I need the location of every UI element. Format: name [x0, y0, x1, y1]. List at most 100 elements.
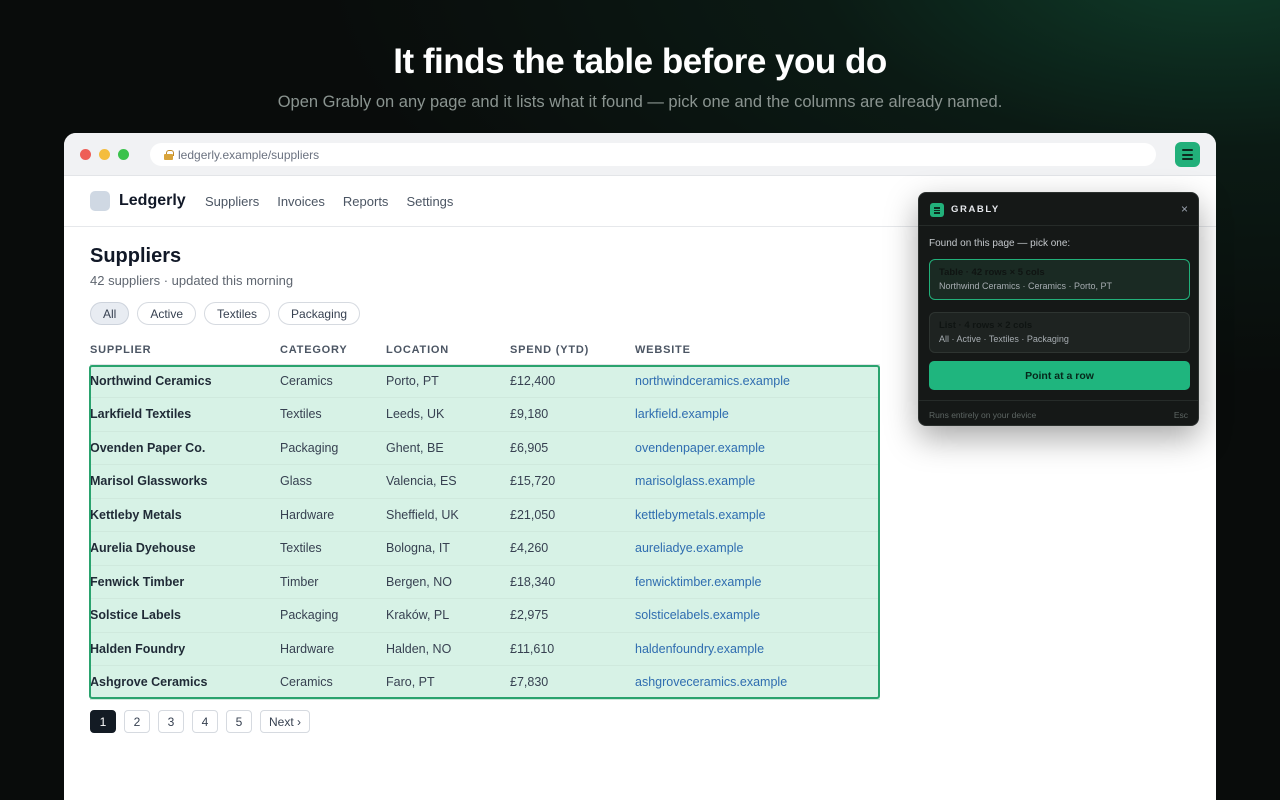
- filter-textiles[interactable]: Textiles: [204, 302, 271, 325]
- column-header[interactable]: WEBSITE: [635, 337, 880, 365]
- category-cell: Packaging: [280, 431, 386, 465]
- esc-hint: Esc: [1173, 410, 1188, 420]
- address-bar[interactable]: ledgerly.example/suppliers: [150, 143, 1156, 166]
- website-link[interactable]: fenwicktimber.example: [635, 565, 880, 599]
- supplier-cell: Halden Foundry: [90, 632, 280, 666]
- spend-cell: £7,830: [510, 665, 635, 700]
- hero-subtitle: Open Grably on any page and it lists wha…: [277, 93, 1003, 111]
- table-row[interactable]: Northwind Ceramics Ceramics Porto, PT £12,4…: [90, 364, 880, 398]
- grably-extension-button[interactable]: [1175, 142, 1200, 167]
- supplier-cell: Marisol Glassworks: [90, 464, 280, 499]
- category-cell: Ceramics: [280, 665, 386, 700]
- popup-header: GRABLY ×: [919, 193, 1198, 226]
- table-row[interactable]: Ovenden Paper Co. Packaging Ghent, BE £6,90…: [90, 431, 880, 465]
- category-cell: Timber: [280, 565, 386, 599]
- privacy-note: Runs entirely on your device: [929, 410, 1037, 420]
- table-header-row: SUPPLIER CATEGORY LOCATION SPEND (YTD) W…: [90, 337, 880, 365]
- website-link[interactable]: ovendenpaper.example: [635, 431, 880, 465]
- location-cell: Ghent, BE: [386, 431, 510, 465]
- column-header[interactable]: SPEND (YTD): [510, 337, 635, 365]
- spend-cell: £2,975: [510, 598, 635, 633]
- table-row[interactable]: Kettleby Metals Hardware Sheffield, UK £21,…: [90, 498, 880, 532]
- hero-title: It finds the table before you do: [393, 42, 887, 81]
- filter-chips: All Active Textiles Packaging: [90, 302, 880, 325]
- close-window-dot[interactable]: [80, 149, 91, 160]
- supplier-cell: Northwind Ceramics: [90, 364, 280, 398]
- url-text: ledgerly.example/suppliers: [178, 147, 320, 162]
- page-button[interactable]: 3: [158, 710, 184, 733]
- spend-cell: £18,340: [510, 565, 635, 599]
- column-header[interactable]: LOCATION: [386, 337, 510, 365]
- option-table[interactable]: Table · 42 rows × 5 cols Northwind Ceram…: [929, 259, 1190, 300]
- option-detail: All · Active · Textiles · Packaging: [939, 334, 1069, 344]
- page-button[interactable]: 5: [226, 710, 252, 733]
- category-cell: Textiles: [280, 397, 386, 432]
- maximize-window-dot[interactable]: [118, 149, 129, 160]
- supplier-cell: Fenwick Timber: [90, 565, 280, 599]
- page-button[interactable]: 1: [90, 710, 116, 733]
- category-cell: Ceramics: [280, 364, 386, 398]
- nav-suppliers[interactable]: Suppliers: [205, 194, 259, 209]
- table-row[interactable]: Marisol Glassworks Glass Valencia, ES £15,7…: [90, 464, 880, 499]
- filter-all[interactable]: All: [90, 302, 130, 325]
- grably-popup: GRABLY × Found on this page — pick one: …: [918, 192, 1199, 426]
- spend-cell: £12,400: [510, 364, 635, 398]
- ledgerly-logo-icon: [90, 191, 110, 211]
- suppliers-table: SUPPLIER CATEGORY LOCATION SPEND (YTD) W…: [90, 337, 880, 700]
- nav-settings[interactable]: Settings: [406, 194, 453, 209]
- website-link[interactable]: kettlebymetals.example: [635, 498, 880, 532]
- nav-reports[interactable]: Reports: [343, 194, 389, 209]
- table-row[interactable]: Aurelia Dyehouse Textiles Bologna, IT £4,26…: [90, 531, 880, 566]
- location-cell: Halden, NO: [386, 632, 510, 666]
- popup-prompt: Found on this page — pick one:: [929, 238, 1071, 249]
- popup-footer: Runs entirely on your device Esc: [919, 400, 1198, 426]
- next-page-button[interactable]: Next ›: [260, 710, 311, 733]
- option-list[interactable]: List · 4 rows × 2 cols All · Active · Te…: [929, 312, 1190, 353]
- spend-cell: £4,260: [510, 531, 635, 566]
- location-cell: Bergen, NO: [386, 565, 510, 599]
- website-link[interactable]: larkfield.example: [635, 397, 880, 432]
- website-link[interactable]: solsticelabels.example: [635, 598, 880, 633]
- website-link[interactable]: aureliadye.example: [635, 531, 880, 566]
- website-link[interactable]: haldenfoundry.example: [635, 632, 880, 666]
- spend-cell: £6,905: [510, 431, 635, 465]
- location-cell: Leeds, UK: [386, 397, 510, 432]
- page-title: Suppliers: [90, 245, 182, 267]
- table-row[interactable]: Halden Foundry Hardware Halden, NO £11,610 h…: [90, 632, 880, 666]
- website-link[interactable]: ashgroveceramics.example: [635, 665, 880, 700]
- filter-active[interactable]: Active: [137, 302, 197, 325]
- website-link[interactable]: marisolglass.example: [635, 464, 880, 499]
- spend-cell: £15,720: [510, 464, 635, 499]
- browser-chrome: ledgerly.example/suppliers: [64, 133, 1216, 176]
- table-row[interactable]: Fenwick Timber Timber Bergen, NO £18,340 fen…: [90, 565, 880, 599]
- table-row[interactable]: Ashgrove Ceramics Ceramics Faro, PT £7,830 a…: [90, 665, 880, 700]
- location-cell: Bologna, IT: [386, 531, 510, 566]
- location-cell: Faro, PT: [386, 665, 510, 700]
- supplier-cell: Solstice Labels: [90, 598, 280, 633]
- option-title: List · 4 rows × 2 cols: [939, 320, 1033, 331]
- table-row[interactable]: Solstice Labels Packaging Kraków, PL £2,975…: [90, 598, 880, 633]
- category-cell: Hardware: [280, 498, 386, 532]
- option-title: Table · 42 rows × 5 cols: [939, 267, 1045, 278]
- website-link[interactable]: northwindceramics.example: [635, 364, 880, 398]
- minimize-window-dot[interactable]: [99, 149, 110, 160]
- category-cell: Glass: [280, 464, 386, 499]
- category-cell: Hardware: [280, 632, 386, 666]
- main-content: Suppliers 42 suppliers · updated this mo…: [90, 245, 880, 700]
- filter-packaging[interactable]: Packaging: [278, 302, 361, 325]
- close-icon[interactable]: ×: [1181, 202, 1188, 216]
- location-cell: Sheffield, UK: [386, 498, 510, 532]
- location-cell: Kraków, PL: [386, 598, 510, 633]
- table-row[interactable]: Larkfield Textiles Textiles Leeds, UK £9,18…: [90, 397, 880, 432]
- supplier-cell: Larkfield Textiles: [90, 397, 280, 432]
- supplier-cell: Ashgrove Ceramics: [90, 665, 280, 700]
- supplier-cell: Kettleby Metals: [90, 498, 280, 532]
- page-button[interactable]: 4: [192, 710, 218, 733]
- supplier-cell: Ovenden Paper Co.: [90, 431, 280, 465]
- page-button[interactable]: 2: [124, 710, 150, 733]
- point-at-row-button[interactable]: Point at a row: [929, 361, 1190, 390]
- column-header[interactable]: SUPPLIER: [90, 337, 280, 365]
- category-cell: Packaging: [280, 598, 386, 633]
- column-header[interactable]: CATEGORY: [280, 337, 386, 365]
- nav-invoices[interactable]: Invoices: [277, 194, 325, 209]
